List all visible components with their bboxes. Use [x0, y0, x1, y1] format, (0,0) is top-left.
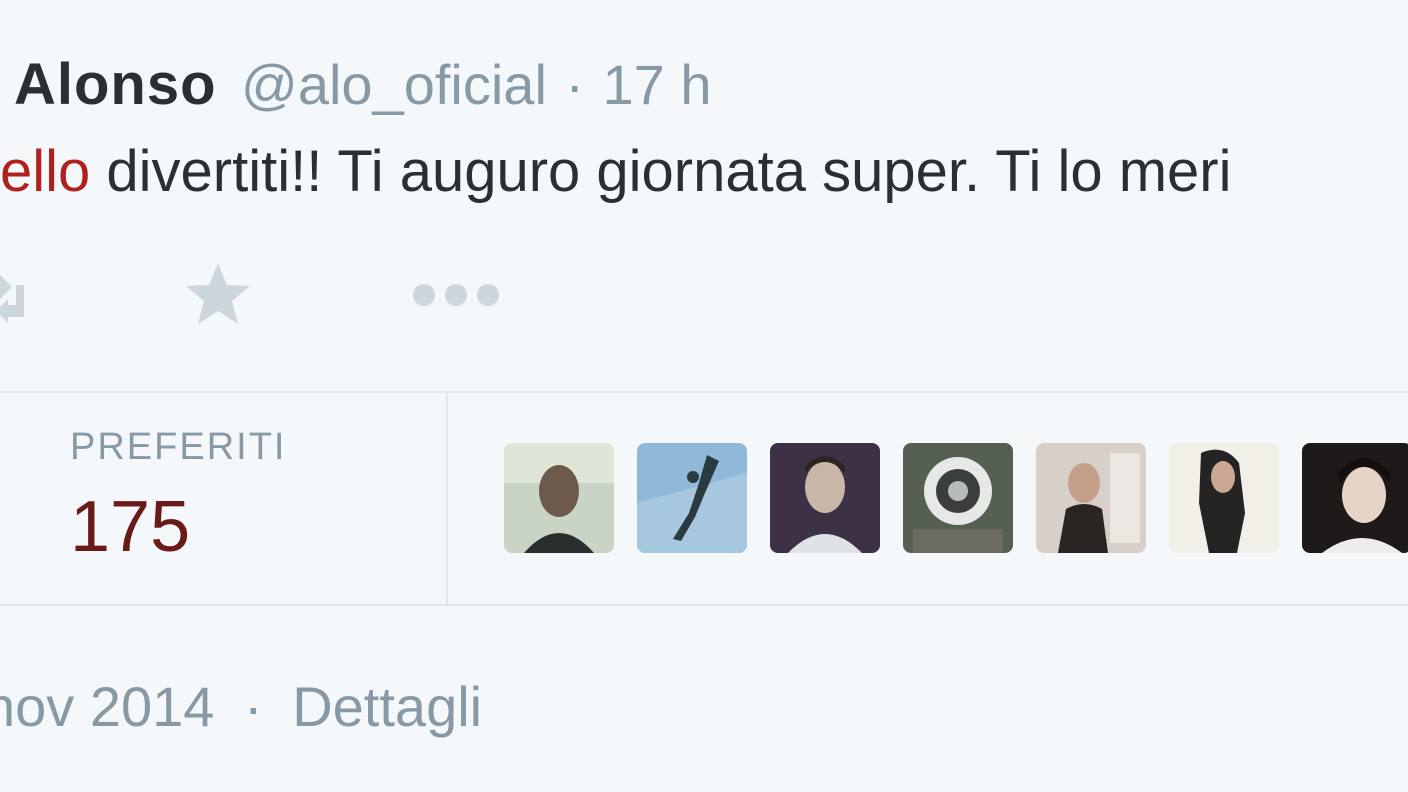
author-name[interactable]: Alonso	[14, 52, 217, 117]
favorite-button[interactable]	[178, 255, 258, 335]
details-link[interactable]: Dettagli	[292, 675, 482, 738]
tweet-text: ello divertiti!! Ti auguro giornata supe…	[0, 138, 1232, 206]
avatar-3	[770, 443, 880, 553]
stats-divider-top	[0, 391, 1408, 393]
avatar-4	[903, 443, 1013, 553]
star-icon	[186, 263, 250, 324]
tweet-actions	[0, 255, 600, 335]
avatar[interactable]	[1169, 443, 1279, 553]
footer-separator: ·	[244, 675, 263, 738]
avatar[interactable]	[637, 443, 747, 553]
avatar-2	[637, 443, 747, 553]
author-handle[interactable]: @alo_oficial	[241, 53, 547, 116]
avatar[interactable]	[903, 443, 1013, 553]
header-separator: ·	[565, 53, 585, 116]
stats-divider-vertical	[446, 393, 448, 604]
tweet-text-link[interactable]: ello	[0, 139, 90, 204]
favorites-stat[interactable]: PREFERITI 175	[70, 425, 286, 571]
favorites-label: PREFERITI	[70, 426, 287, 468]
avatar[interactable]	[1302, 443, 1408, 553]
avatar[interactable]	[504, 443, 614, 553]
stats-divider-bottom	[0, 604, 1408, 606]
more-button[interactable]	[408, 255, 508, 335]
tweet-detail: Alonso @alo_oficial · 17 h ello divertit…	[0, 0, 1408, 792]
favorites-count: 175	[70, 487, 191, 567]
tweet-header: Alonso @alo_oficial · 17 h	[14, 50, 711, 120]
favoriters-avatar-list	[504, 443, 1408, 555]
avatar-7	[1302, 443, 1408, 553]
avatar-1	[504, 443, 614, 553]
tweet-timestamp[interactable]: 17 h	[602, 53, 711, 116]
more-dots-icon	[413, 284, 499, 306]
retweet-button[interactable]	[0, 255, 40, 335]
tweet-footer: nov 2014 · Dettagli	[0, 672, 482, 742]
avatar-6	[1169, 443, 1279, 553]
tweet-text-body: divertiti!! Ti auguro giornata super. Ti…	[90, 139, 1232, 204]
avatar[interactable]	[770, 443, 880, 553]
retweet-icon	[0, 275, 24, 323]
avatar[interactable]	[1036, 443, 1146, 553]
tweet-date: nov 2014	[0, 675, 215, 738]
avatar-5	[1036, 443, 1146, 553]
